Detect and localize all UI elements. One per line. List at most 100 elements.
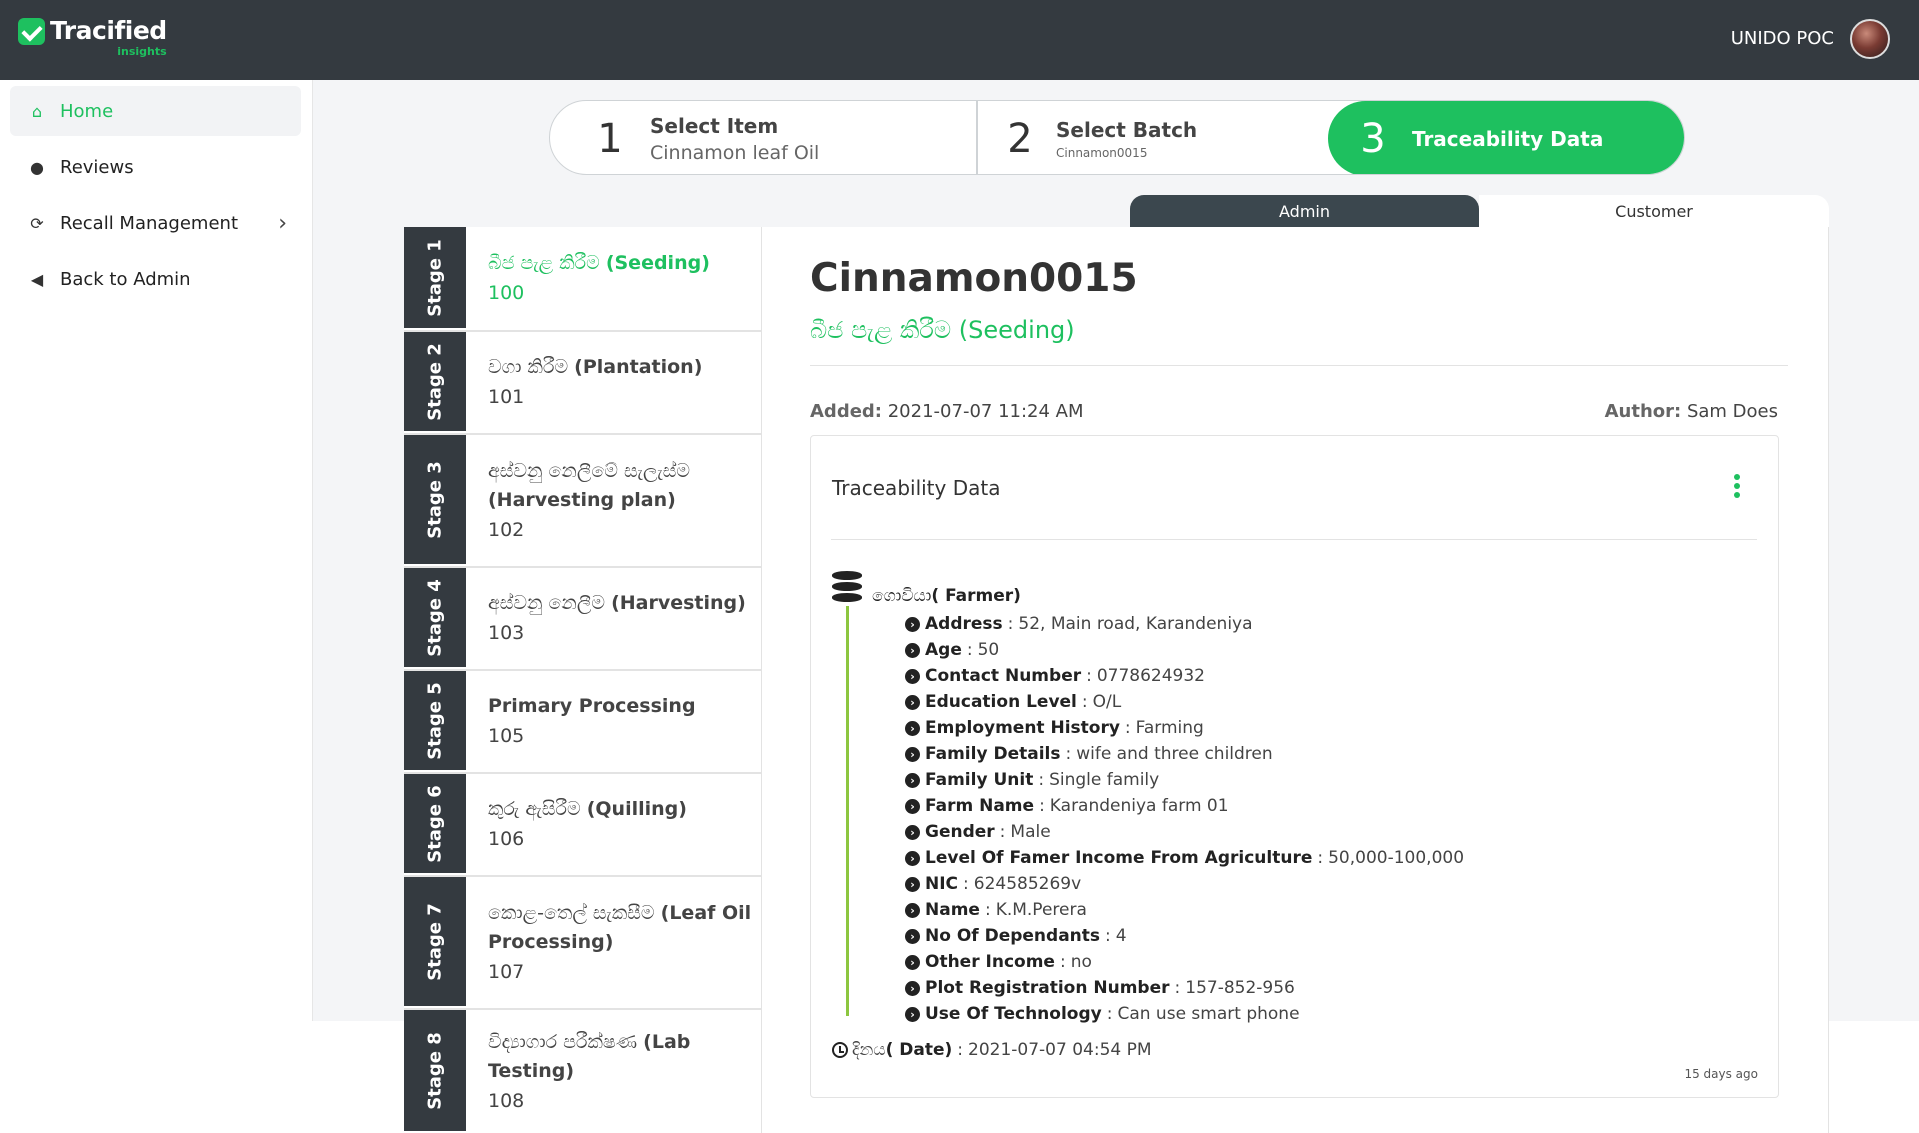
stage-item[interactable]: Stage 1 බීජ පැළ කිරීම (Seeding) 100: [404, 227, 761, 332]
traceability-card: Traceability Data ගොවියා( Farmer) › Addre…: [810, 435, 1779, 1098]
field-row: › Family Unit: Single family: [905, 767, 1464, 793]
step-title: Select Batch: [1056, 117, 1198, 142]
stage-item[interactable]: Stage 3 අස්වනු නෙලීමේ සැලැස්ම (Harvestin…: [404, 435, 761, 568]
sidebar-item-reviews[interactable]: ● Reviews: [10, 142, 301, 192]
chevron-circle-icon: ›: [905, 980, 920, 996]
stage-label: Stage 2: [424, 342, 446, 421]
step-subtitle: Cinnamon0015: [1056, 145, 1148, 160]
date-row: දිනය( Date): 2021-07-07 04:54 PM: [832, 1040, 1152, 1060]
stage-label: Stage 7: [424, 902, 446, 981]
stage-name-en: (Seeding): [605, 252, 710, 274]
sidebar-item-recall-management[interactable]: ⟳ Recall Management ›: [10, 198, 301, 248]
tab-admin[interactable]: Admin: [1130, 195, 1479, 228]
author: Author: Sam Does: [1604, 401, 1778, 422]
field-row: › Farm Name: Karandeniya farm 01: [905, 793, 1464, 819]
stage-label: Stage 8: [424, 1031, 446, 1110]
field-row: › No Of Dependants: 4: [905, 923, 1464, 949]
chevron-circle-icon: ›: [905, 746, 920, 762]
field-row: › Plot Registration Number: 157-852-956: [905, 975, 1464, 1001]
logo-sub: insights: [117, 45, 167, 58]
chevron-circle-icon: ›: [905, 798, 920, 814]
stage-name-si: බීජ පැළ කිරීම: [488, 252, 600, 274]
stage-number: 103: [488, 622, 525, 644]
stage-item[interactable]: Stage 2 වගා කිරීම (Plantation) 101: [404, 332, 761, 435]
stepper: 1 Select Item Cinnamon leaf Oil 2 Select…: [549, 100, 1685, 175]
stage-name-en: (Quilling): [586, 798, 687, 820]
home-icon: ⌂: [31, 101, 43, 121]
chevron-right-icon: ›: [278, 210, 287, 236]
step-select-batch[interactable]: 2 Select Batch Cinnamon0015: [990, 101, 1198, 174]
step-number: 1: [597, 115, 623, 162]
stage-item[interactable]: Stage 7 කොළ-තෙල් සැකසීම (Leaf Oil Proces…: [404, 877, 761, 1010]
stage-list: Stage 1 බීජ පැළ කිරීම (Seeding) 100 Stag…: [404, 227, 761, 1133]
more-options-icon[interactable]: [1734, 474, 1740, 500]
step-traceability-data[interactable]: 3 Traceability Data: [1328, 101, 1684, 174]
field-row: › Employment History: Farming: [905, 715, 1464, 741]
stage-label: Stage 3: [424, 460, 446, 539]
field-row: › Family Details: wife and three children: [905, 741, 1464, 767]
tracified-logo[interactable]: Tracified insights: [18, 16, 167, 58]
sidebar-item-label: Reviews: [60, 156, 134, 178]
sidebar-item-label: Back to Admin: [60, 268, 191, 290]
group-title: ගොවියා( Farmer): [872, 586, 1021, 606]
stage-name-si: අස්වනු නෙලීමේ සැලැස්ම: [488, 459, 691, 482]
sidebar-item-home[interactable]: ⌂ Home: [10, 86, 301, 136]
stage-name-si: විද්‍යාගාර පරීක්ෂණ: [488, 1030, 638, 1053]
stage-name-en: Primary Processing: [488, 695, 696, 717]
tab-customer[interactable]: Customer: [1479, 195, 1829, 228]
step-subtitle: Cinnamon leaf Oil: [650, 141, 820, 164]
step-select-item[interactable]: 1 Select Item Cinnamon leaf Oil: [580, 101, 820, 174]
step-title: Traceability Data: [1412, 126, 1604, 151]
step-number: 2: [1007, 115, 1033, 162]
stage-item[interactable]: Stage 8 විද්‍යාගාර පරීක්ෂණ (Lab Testing)…: [404, 1010, 761, 1133]
stage-subtitle: බීජ පැළ කිරීම (Seeding): [810, 316, 1075, 344]
stage-item[interactable]: Stage 4 අස්වනු නෙලීම (Harvesting) 103: [404, 568, 761, 671]
stage-label: Stage 5: [424, 681, 446, 760]
arrow-left-circle-icon: ◀: [30, 269, 44, 289]
stage-number: 101: [488, 386, 525, 408]
user-name[interactable]: UNIDO POC: [1731, 28, 1834, 49]
stage-number: 100: [488, 282, 525, 304]
comment-icon: ●: [30, 157, 44, 177]
added-date: Added: 2021-07-07 11:24 AM: [810, 401, 1084, 422]
stage-number: 107: [488, 960, 525, 983]
chevron-circle-icon: ›: [905, 616, 920, 632]
sidebar-item-back-to-admin[interactable]: ◀ Back to Admin: [10, 254, 301, 304]
sidebar: ⌂ Home ● Reviews ⟳ Recall Management › ◀…: [0, 80, 313, 1021]
field-row: › Education Level: O/L: [905, 689, 1464, 715]
field-row: › Address: 52, Main road, Karandeniya: [905, 611, 1464, 637]
refresh-icon: ⟳: [30, 213, 44, 233]
logo-name: Tracified: [50, 16, 167, 45]
top-navbar: Tracified insights UNIDO POC: [0, 0, 1919, 80]
stage-name-si: අස්වනු නෙලීම: [488, 592, 606, 614]
stage-number: 105: [488, 725, 525, 747]
field-row: › Contact Number: 0778624932: [905, 663, 1464, 689]
chevron-circle-icon: ›: [905, 850, 920, 866]
chevron-circle-icon: ›: [905, 720, 920, 736]
stage-name-en: (Harvesting plan): [488, 488, 676, 511]
stage-name-en: (Plantation): [574, 356, 703, 378]
stage-item[interactable]: Stage 6 කුරු ඇසිරීම (Quilling) 106: [404, 774, 761, 877]
card-title: Traceability Data: [832, 476, 1001, 500]
stage-name-en: (Harvesting): [611, 592, 746, 614]
stage-label: Stage 6: [424, 784, 446, 863]
field-row: › NIC: 624585269v: [905, 871, 1464, 897]
chevron-circle-icon: ›: [905, 642, 920, 658]
relative-time: 15 days ago: [1684, 1067, 1758, 1081]
stage-name-si: කුරු ඇසිරීම: [488, 798, 581, 820]
chevron-circle-icon: ›: [905, 824, 920, 840]
field-list: › Address: 52, Main road, Karandeniya › Ag…: [905, 611, 1464, 1027]
field-row: › Age: 50: [905, 637, 1464, 663]
avatar[interactable]: [1850, 19, 1890, 59]
chevron-circle-icon: ›: [905, 1006, 920, 1022]
stage-label: Stage 4: [424, 578, 446, 657]
chevron-circle-icon: ›: [905, 954, 920, 970]
sidebar-item-label: Home: [60, 100, 114, 122]
chevron-circle-icon: ›: [905, 928, 920, 944]
stage-item[interactable]: Stage 5 Primary Processing 105: [404, 671, 761, 774]
field-row: › Gender: Male: [905, 819, 1464, 845]
chevron-circle-icon: ›: [905, 902, 920, 918]
database-icon: [832, 571, 862, 605]
field-row: › Level Of Famer Income From Agriculture:…: [905, 845, 1464, 871]
stage-number: 106: [488, 828, 525, 850]
